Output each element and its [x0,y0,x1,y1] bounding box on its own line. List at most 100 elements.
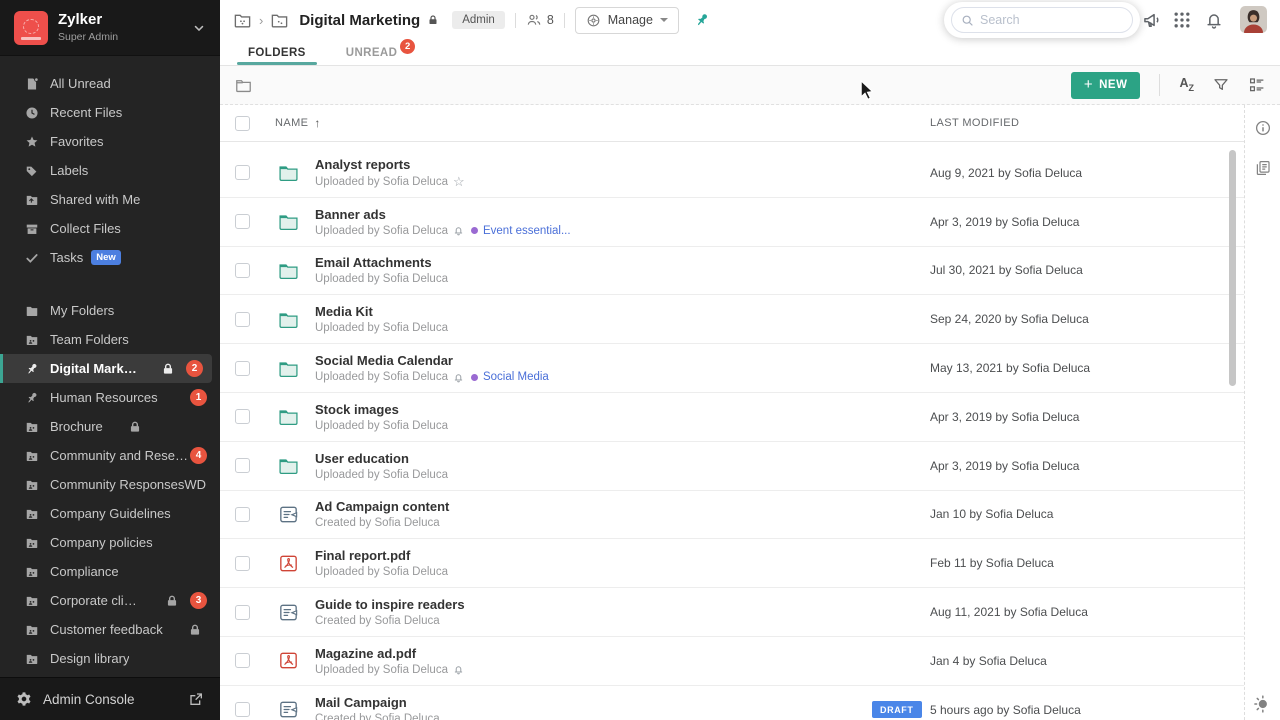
sidebar-item-community-and-research[interactable]: Community and Research4 [0,441,220,470]
pin-icon[interactable] [691,9,713,31]
table-row-final-report-pdf[interactable]: Final report.pdfUploaded by Sofia Deluca… [220,539,1244,588]
sidebar: Zylker Super Admin All UnreadRecent File… [0,0,220,720]
current-folder-icon[interactable] [270,11,289,30]
search-box[interactable] [951,7,1133,33]
sidebar-item-tasks[interactable]: TasksNew [0,243,220,272]
row-checkbox[interactable] [235,458,250,473]
sidebar-item-company-guidelines[interactable]: Company Guidelines [0,499,220,528]
sidebar-item-all-unread[interactable]: All Unread [0,69,220,98]
last-modified-value: Aug 9, 2021 by Sofia Deluca [930,166,1082,180]
row-checkbox[interactable] [235,263,250,278]
sidebar-item-favorites[interactable]: Favorites [0,127,220,156]
team-folder-icon [25,420,39,434]
team-folder-icon [25,536,39,550]
sidebar-item-my-folders[interactable]: My Folders [0,296,220,325]
file-subtitle: Uploaded by Sofia Deluca [315,322,448,334]
user-avatar[interactable] [1240,6,1267,33]
sidebar-item-customer-feedback[interactable]: Customer feedback [0,615,220,644]
row-checkbox[interactable] [235,702,250,717]
pin-icon [25,362,39,376]
column-name[interactable]: NAME ↑ [275,116,321,130]
table-row-ad-campaign-content[interactable]: Ad Campaign contentCreated by Sofia Delu… [220,491,1244,540]
sort-az-icon[interactable]: AZ [1179,77,1194,93]
file-list: Analyst reportsUploaded by Sofia Deluca☆… [220,142,1244,720]
sidebar-item-collect-files[interactable]: Collect Files [0,214,220,243]
tab-unread[interactable]: UNREAD 2 [346,40,416,65]
file-label[interactable]: Social Media [471,371,549,383]
sidebar-item-digital-marketing[interactable]: Digital Marketing2 [0,354,212,383]
sidebar-item-recent-files[interactable]: Recent Files [0,98,220,127]
file-name: User education [315,451,448,466]
column-last-modified[interactable]: LAST MODIFIED [930,117,1019,129]
table-row-analyst-reports[interactable]: Analyst reportsUploaded by Sofia Deluca☆… [220,149,1244,198]
search-input[interactable] [980,13,1123,27]
unread-icon [25,77,39,91]
row-checkbox[interactable] [235,556,250,571]
brand-name: Zylker [58,12,118,29]
row-checkbox[interactable] [235,165,250,180]
file-subtitle: Uploaded by Sofia Deluca [315,420,448,432]
row-checkbox[interactable] [235,653,250,668]
team-folders-root-icon[interactable] [233,11,252,30]
sidebar-item-corporate-clients[interactable]: Corporate clients3 [0,586,220,615]
sidebar-item-human-resources[interactable]: Human Resources1 [0,383,220,412]
apps-grid-icon[interactable] [1172,10,1192,30]
unread-count-badge: 1 [190,389,207,406]
member-count[interactable]: 8 [526,12,554,28]
member-count-value: 8 [547,13,554,27]
filter-icon[interactable] [1212,76,1230,94]
table-row-guide-to-inspire-readers[interactable]: Guide to inspire readersCreated by Sofia… [220,588,1244,637]
folder-icon [277,454,300,477]
select-all-checkbox[interactable] [235,116,250,131]
new-button[interactable]: + NEW [1071,72,1141,99]
check-icon [25,251,39,265]
sidebar-item-labels[interactable]: Labels [0,156,220,185]
file-subtitle: Uploaded by Sofia Deluca [315,664,464,676]
sidebar-item-team-folders[interactable]: Team Folders [0,325,220,354]
workspace-switcher[interactable]: Zylker Super Admin [0,0,220,56]
theme-toggle-sun-icon[interactable] [1252,694,1272,714]
unread-count-badge: 2 [186,360,203,377]
clipboard-icon[interactable] [1254,159,1272,177]
table-row-email-attachments[interactable]: Email AttachmentsUploaded by Sofia Deluc… [220,247,1244,296]
team-folder-icon [25,333,39,347]
table-row-banner-ads[interactable]: Banner adsUploaded by Sofia DelucaEvent … [220,198,1244,247]
table-row-user-education[interactable]: User educationUploaded by Sofia DelucaAp… [220,442,1244,491]
shared-folder-icon [25,193,39,207]
sidebar-item-compliance[interactable]: Compliance [0,557,220,586]
last-modified-value: 5 hours ago by Sofia Deluca [930,703,1081,717]
sidebar-item-design-library[interactable]: Design library [0,644,220,673]
row-checkbox[interactable] [235,409,250,424]
row-checkbox[interactable] [235,214,250,229]
sidebar-item-brochure[interactable]: Brochure [0,412,220,441]
sidebar-item-company-policies[interactable]: Company policies [0,528,220,557]
row-checkbox[interactable] [235,312,250,327]
info-icon[interactable] [1254,119,1272,137]
row-checkbox[interactable] [235,605,250,620]
file-name: Media Kit [315,304,448,319]
sidebar-item-shared-with-me[interactable]: Shared with Me [0,185,220,214]
table-row-media-kit[interactable]: Media KitUploaded by Sofia DelucaSep 24,… [220,295,1244,344]
chevron-down-icon[interactable] [192,21,206,35]
row-checkbox[interactable] [235,507,250,522]
favorite-star-icon[interactable]: ☆ [453,175,465,188]
table-row-social-media-calendar[interactable]: Social Media CalendarUploaded by Sofia D… [220,344,1244,393]
writer-document-icon [277,601,300,624]
row-checkbox[interactable] [235,361,250,376]
table-row-stock-images[interactable]: Stock imagesUploaded by Sofia DelucaApr … [220,393,1244,442]
sidebar-item-community-responseswd[interactable]: Community ResponsesWD [0,470,220,499]
manage-dropdown[interactable]: Manage [575,7,679,34]
last-modified-value: Jan 4 by Sofia Deluca [930,654,1047,668]
unread-count-badge: 3 [190,592,207,609]
announcements-icon[interactable] [1142,10,1162,30]
sidebar-primary-section: All UnreadRecent FilesFavoritesLabelsSha… [0,69,220,272]
notifications-bell-icon[interactable] [1204,10,1224,30]
table-row-magazine-ad-pdf[interactable]: Magazine ad.pdfUploaded by Sofia DelucaJ… [220,637,1244,686]
file-label[interactable]: Event essential... [471,225,571,237]
table-row-mail-campaign[interactable]: Mail CampaignCreated by Sofia DelucaDRAF… [220,686,1244,720]
admin-console-link[interactable]: Admin Console [0,677,220,720]
tab-folders[interactable]: FOLDERS [248,40,306,65]
view-switch-icon[interactable] [1248,76,1266,94]
scrollbar-thumb[interactable] [1229,150,1236,386]
last-modified-value: May 13, 2021 by Sofia Deluca [930,361,1090,375]
